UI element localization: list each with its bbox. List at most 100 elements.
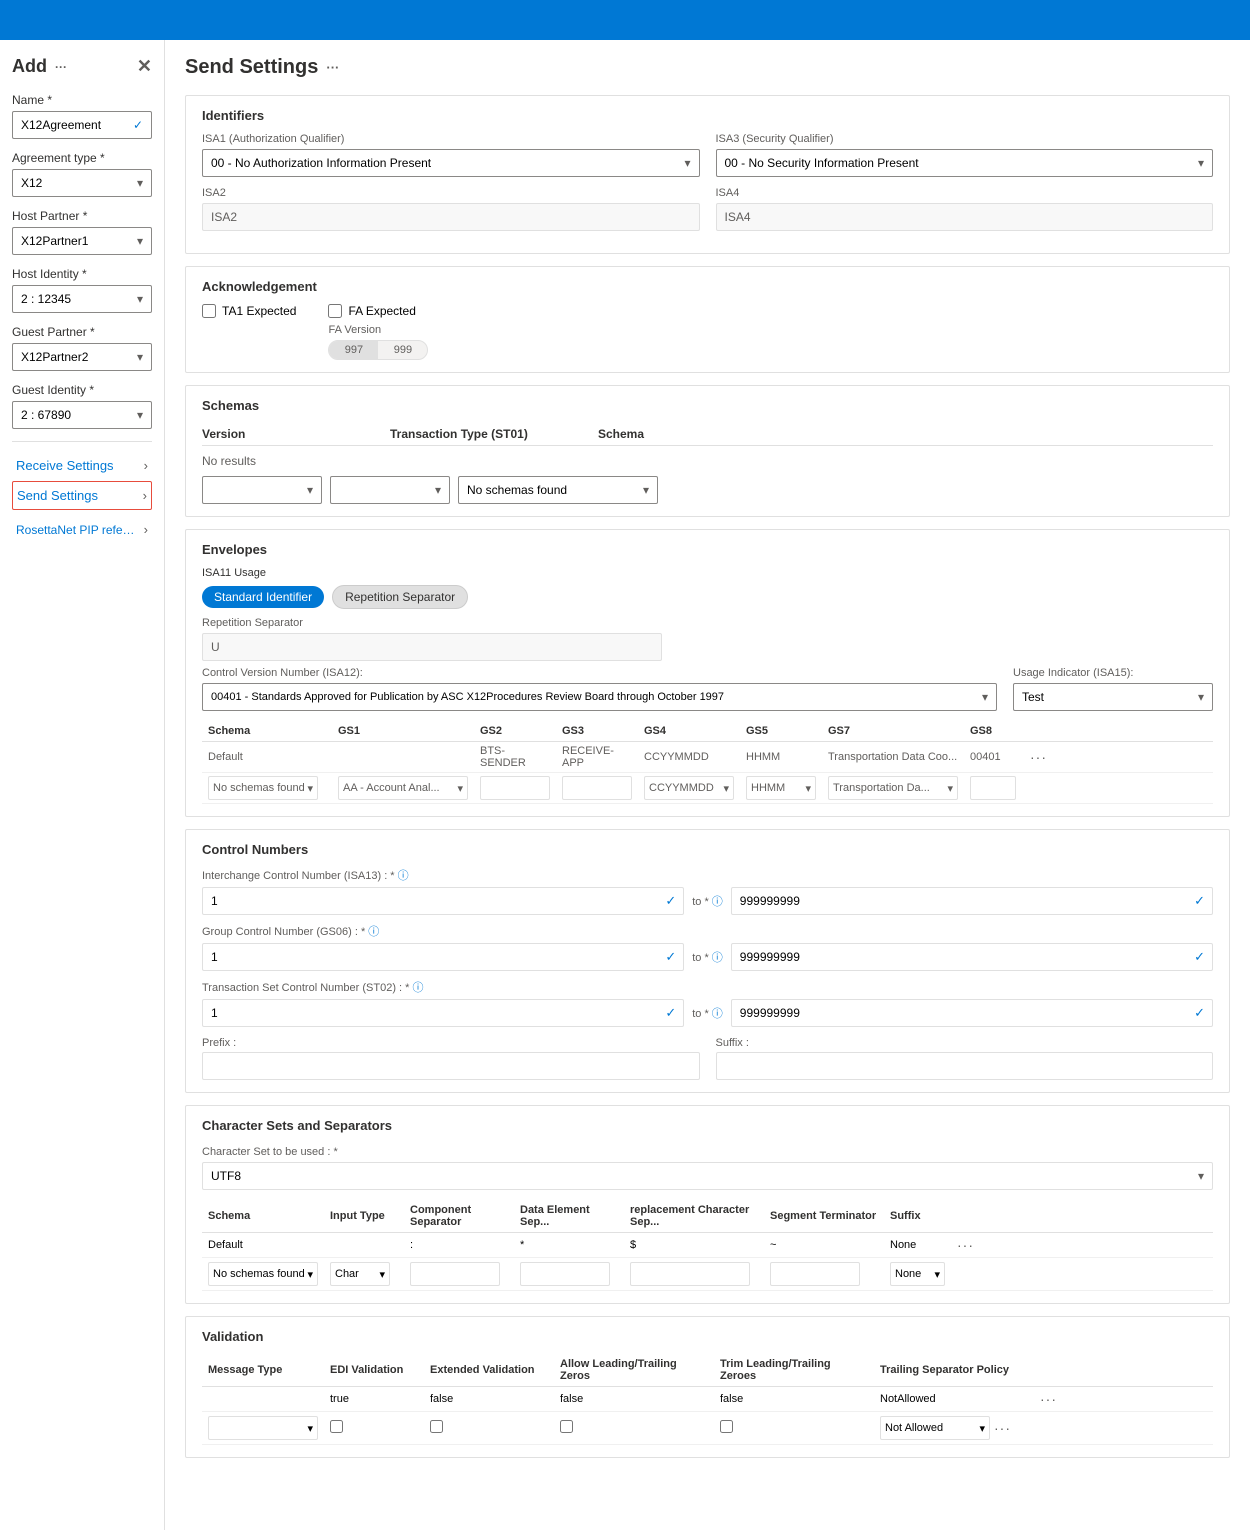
env-gs3-input[interactable] — [562, 776, 632, 800]
isa13-to-group: to * ⓘ — [692, 893, 723, 909]
val-row-ellipsis[interactable]: ··· — [994, 1420, 1011, 1436]
st02-row: ✓ to * ⓘ ✓ — [202, 999, 1213, 1027]
isa4-input[interactable] — [716, 203, 1214, 231]
chevron-down-val-trailing: ▾ — [979, 1422, 985, 1435]
gs06-check-icon: ✓ — [665, 949, 676, 965]
env-default-gs1-label — [332, 742, 474, 773]
sidebar-item-receive-settings[interactable]: Receive Settings › — [12, 450, 152, 481]
fa-label: FA Expected — [348, 304, 415, 318]
fa-version-999[interactable]: 999 — [378, 341, 427, 359]
st02-to-input[interactable] — [731, 999, 1213, 1027]
sep-input-type-select[interactable]: Char ▾ — [330, 1262, 390, 1286]
env-gs5-select[interactable]: HHMM ▾ — [746, 776, 816, 800]
env-gs8-input[interactable] — [970, 776, 1016, 800]
repetition-separator-btn[interactable]: Repetition Separator — [332, 585, 468, 609]
isa13-to-input[interactable] — [731, 887, 1213, 915]
ta1-label: TA1 Expected — [222, 304, 296, 318]
sep-component-input-cell — [404, 1258, 514, 1291]
sep-suffix-select[interactable]: None ▾ — [890, 1262, 945, 1286]
isa3-select[interactable]: 00 - No Security Information Present ▾ — [716, 149, 1214, 177]
sep-replacement-input[interactable] — [630, 1262, 750, 1286]
env-col-gs4: GS4 — [638, 721, 740, 742]
sep-default-ellipsis[interactable]: ··· — [957, 1237, 974, 1253]
val-trailing-sep-select[interactable]: Not Allowed ▾ — [880, 1416, 990, 1440]
sep-data-element-input[interactable] — [520, 1262, 610, 1286]
env-default-ellipsis[interactable]: ··· — [1030, 749, 1047, 765]
sep-segment-input-cell — [764, 1258, 884, 1291]
agreement-type-select[interactable]: X12 ▾ — [12, 169, 152, 197]
gs06-to-check-icon: ✓ — [1194, 949, 1205, 965]
gs06-to-info-icon[interactable]: ⓘ — [712, 952, 723, 964]
gs06-to-input[interactable] — [731, 943, 1213, 971]
val-default-ellipsis[interactable]: ··· — [1040, 1391, 1057, 1407]
env-default-gs5: HHMM — [740, 742, 822, 773]
schemas-section: Schemas Version Transaction Type (ST01) … — [185, 385, 1230, 517]
chevron-down-env-gs1: ▾ — [457, 782, 463, 795]
guest-identity-select[interactable]: 2 : 67890 ▾ — [12, 401, 152, 429]
isa2-group: ISA2 — [202, 187, 700, 231]
ta1-checkbox[interactable] — [202, 304, 216, 318]
isa13-to-info-icon[interactable]: ⓘ — [712, 896, 723, 908]
val-allow-checkbox[interactable] — [560, 1420, 573, 1433]
isa4-label: ISA4 — [716, 187, 1214, 199]
name-select[interactable]: X12Agreement ✓ — [12, 111, 152, 139]
val-edi-checkbox[interactable] — [330, 1420, 343, 1433]
env-gs1-select[interactable]: AA - Account Anal... ▾ — [338, 776, 468, 800]
isa2-label: ISA2 — [202, 187, 700, 199]
control-version-select[interactable]: 00401 - Standards Approved for Publicati… — [202, 683, 997, 711]
fa-checkbox[interactable] — [328, 304, 342, 318]
val-extended-checkbox[interactable] — [430, 1420, 443, 1433]
sep-schema-select[interactable]: No schemas found ▾ — [208, 1262, 318, 1286]
val-default-trailing: NotAllowed — [874, 1387, 1034, 1412]
isa2-input[interactable] — [202, 203, 700, 231]
env-schema-select[interactable]: No schemas found ▾ — [208, 776, 318, 800]
usage-select[interactable]: Test ▾ — [1013, 683, 1213, 711]
rep-sep-input[interactable] — [202, 633, 662, 661]
guest-identity-value: 2 : 67890 — [21, 408, 71, 422]
sidebar-item-rosettanet[interactable]: RosettaNet PIP referen... › — [12, 514, 152, 545]
gs06-info-icon[interactable]: ⓘ — [368, 926, 379, 938]
fa-checkbox-label[interactable]: FA Expected — [328, 304, 428, 318]
guest-partner-select[interactable]: X12Partner2 ▾ — [12, 343, 152, 371]
host-identity-select[interactable]: 2 : 12345 ▾ — [12, 285, 152, 313]
chevron-down-isa3: ▾ — [1198, 156, 1204, 170]
val-trim-checkbox[interactable] — [720, 1420, 733, 1433]
standard-identifier-btn[interactable]: Standard Identifier — [202, 586, 324, 608]
prefix-input[interactable] — [202, 1052, 700, 1080]
host-partner-field-group: Host Partner * X12Partner1 ▾ — [12, 209, 152, 255]
schema-transaction-select[interactable]: ▾ — [330, 476, 450, 504]
env-gs7-select[interactable]: Transportation Da... ▾ — [828, 776, 958, 800]
env-gs2-input[interactable] — [480, 776, 550, 800]
host-identity-field-group: Host Identity * 2 : 12345 ▾ — [12, 267, 152, 313]
separator-table: Schema Input Type Component Separator Da… — [202, 1200, 1213, 1291]
control-version-group: Control Version Number (ISA12): 00401 - … — [202, 667, 997, 711]
isa13-info-icon[interactable]: ⓘ — [398, 870, 409, 882]
ta1-checkbox-label[interactable]: TA1 Expected — [202, 304, 296, 318]
val-schema-select[interactable]: ▾ — [208, 1416, 318, 1440]
close-icon[interactable]: ✕ — [137, 56, 152, 77]
schema-select[interactable]: No schemas found ▾ — [458, 476, 658, 504]
sep-data-element-input-cell — [514, 1258, 624, 1291]
suffix-input[interactable] — [716, 1052, 1214, 1080]
sep-default-suffix: None — [884, 1233, 951, 1258]
schema-version-select[interactable]: ▾ — [202, 476, 322, 504]
sep-segment-input[interactable] — [770, 1262, 860, 1286]
env-default-label: Default — [202, 742, 332, 773]
chevron-down-icon-2: ▾ — [137, 234, 143, 248]
sidebar-ellipsis: ··· — [55, 60, 67, 74]
isa13-input[interactable] — [202, 887, 684, 915]
isa13-label-row: Interchange Control Number (ISA13) : * ⓘ — [202, 867, 1213, 883]
fa-version-997[interactable]: 997 — [329, 341, 378, 359]
sidebar-item-send-settings[interactable]: Send Settings › — [12, 481, 152, 510]
char-set-select[interactable]: UTF8 ▾ — [202, 1162, 1213, 1190]
host-partner-select[interactable]: X12Partner1 ▾ — [12, 227, 152, 255]
st02-info-icon[interactable]: ⓘ — [413, 982, 424, 994]
isa1-select[interactable]: 00 - No Authorization Information Presen… — [202, 149, 700, 177]
gs06-input[interactable] — [202, 943, 684, 971]
sep-component-input[interactable] — [410, 1262, 500, 1286]
sidebar-title: Add ··· ✕ — [12, 56, 152, 77]
st02-input[interactable] — [202, 999, 684, 1027]
env-gs4-select[interactable]: CCYYMMDD ▾ — [644, 776, 734, 800]
chevron-down-char-set: ▾ — [1198, 1169, 1204, 1183]
st02-to-info-icon[interactable]: ⓘ — [712, 1008, 723, 1020]
